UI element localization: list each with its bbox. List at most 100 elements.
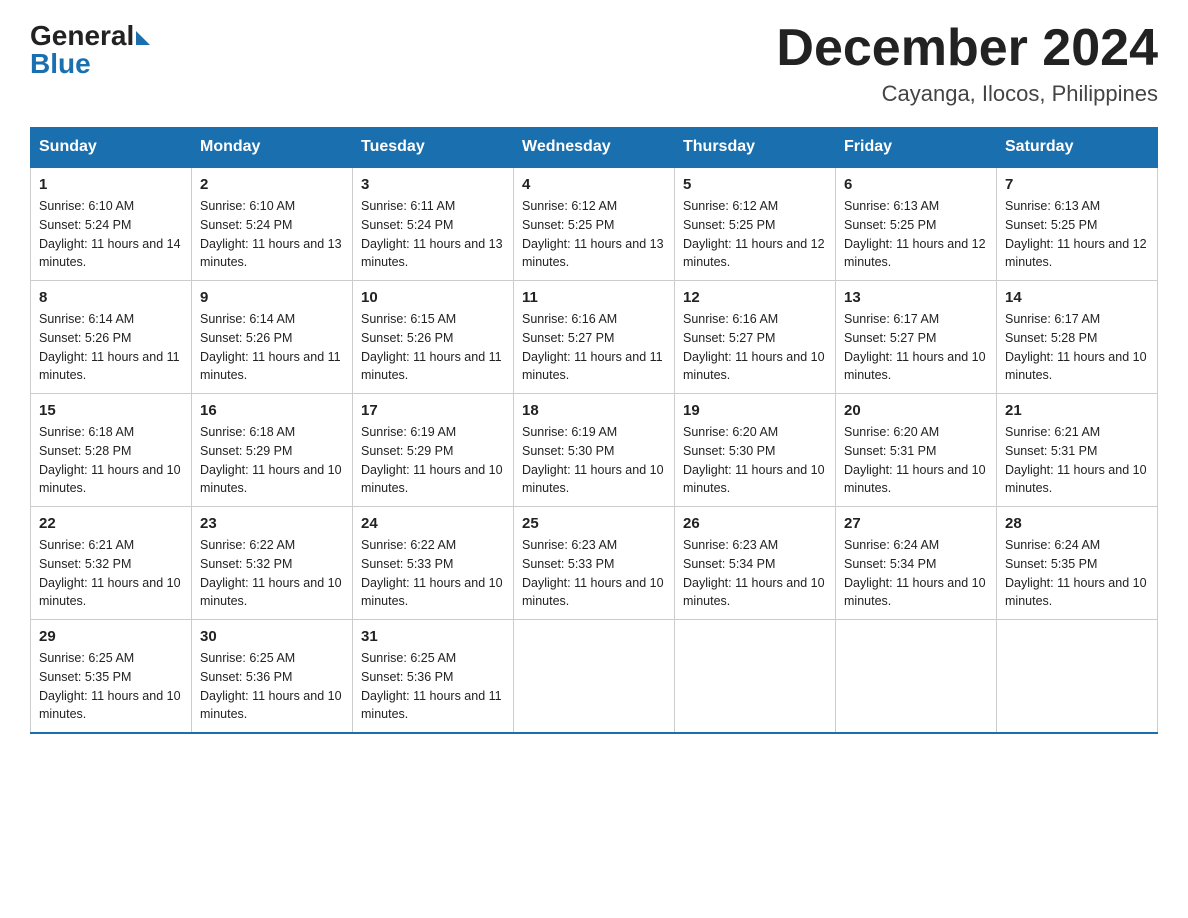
- day-info: Sunrise: 6:11 AMSunset: 5:24 PMDaylight:…: [361, 199, 503, 269]
- calendar-cell: [514, 620, 675, 734]
- day-number: 25: [522, 515, 666, 532]
- day-number: 26: [683, 515, 827, 532]
- logo: General Blue: [30, 20, 150, 80]
- day-number: 9: [200, 289, 344, 306]
- day-info: Sunrise: 6:21 AMSunset: 5:31 PMDaylight:…: [1005, 425, 1147, 495]
- day-info: Sunrise: 6:24 AMSunset: 5:34 PMDaylight:…: [844, 538, 986, 608]
- calendar-cell: 23 Sunrise: 6:22 AMSunset: 5:32 PMDaylig…: [192, 507, 353, 620]
- month-title: December 2024: [776, 20, 1158, 77]
- calendar-week-row: 29 Sunrise: 6:25 AMSunset: 5:35 PMDaylig…: [31, 620, 1158, 734]
- day-number: 23: [200, 515, 344, 532]
- day-number: 12: [683, 289, 827, 306]
- day-number: 6: [844, 176, 988, 193]
- calendar-cell: 29 Sunrise: 6:25 AMSunset: 5:35 PMDaylig…: [31, 620, 192, 734]
- day-info: Sunrise: 6:12 AMSunset: 5:25 PMDaylight:…: [683, 199, 825, 269]
- day-info: Sunrise: 6:22 AMSunset: 5:33 PMDaylight:…: [361, 538, 503, 608]
- calendar-cell: 1 Sunrise: 6:10 AMSunset: 5:24 PMDayligh…: [31, 167, 192, 281]
- day-info: Sunrise: 6:24 AMSunset: 5:35 PMDaylight:…: [1005, 538, 1147, 608]
- calendar-cell: 25 Sunrise: 6:23 AMSunset: 5:33 PMDaylig…: [514, 507, 675, 620]
- day-info: Sunrise: 6:19 AMSunset: 5:29 PMDaylight:…: [361, 425, 503, 495]
- day-info: Sunrise: 6:16 AMSunset: 5:27 PMDaylight:…: [683, 312, 825, 382]
- day-number: 2: [200, 176, 344, 193]
- day-info: Sunrise: 6:20 AMSunset: 5:31 PMDaylight:…: [844, 425, 986, 495]
- calendar-cell: 7 Sunrise: 6:13 AMSunset: 5:25 PMDayligh…: [997, 167, 1158, 281]
- day-number: 24: [361, 515, 505, 532]
- day-info: Sunrise: 6:10 AMSunset: 5:24 PMDaylight:…: [39, 199, 181, 269]
- calendar-cell: 21 Sunrise: 6:21 AMSunset: 5:31 PMDaylig…: [997, 394, 1158, 507]
- calendar-week-row: 22 Sunrise: 6:21 AMSunset: 5:32 PMDaylig…: [31, 507, 1158, 620]
- day-number: 14: [1005, 289, 1149, 306]
- calendar-cell: 22 Sunrise: 6:21 AMSunset: 5:32 PMDaylig…: [31, 507, 192, 620]
- calendar-cell: 26 Sunrise: 6:23 AMSunset: 5:34 PMDaylig…: [675, 507, 836, 620]
- calendar-cell: 11 Sunrise: 6:16 AMSunset: 5:27 PMDaylig…: [514, 281, 675, 394]
- day-number: 10: [361, 289, 505, 306]
- day-number: 22: [39, 515, 183, 532]
- day-info: Sunrise: 6:23 AMSunset: 5:34 PMDaylight:…: [683, 538, 825, 608]
- day-number: 7: [1005, 176, 1149, 193]
- day-number: 3: [361, 176, 505, 193]
- day-number: 17: [361, 402, 505, 419]
- calendar-cell: [836, 620, 997, 734]
- day-number: 15: [39, 402, 183, 419]
- day-number: 20: [844, 402, 988, 419]
- day-number: 4: [522, 176, 666, 193]
- calendar-cell: 13 Sunrise: 6:17 AMSunset: 5:27 PMDaylig…: [836, 281, 997, 394]
- day-info: Sunrise: 6:23 AMSunset: 5:33 PMDaylight:…: [522, 538, 664, 608]
- calendar-cell: 9 Sunrise: 6:14 AMSunset: 5:26 PMDayligh…: [192, 281, 353, 394]
- day-number: 1: [39, 176, 183, 193]
- calendar-cell: [675, 620, 836, 734]
- header-monday: Monday: [192, 128, 353, 168]
- logo-blue-text: Blue: [30, 48, 91, 80]
- header-thursday: Thursday: [675, 128, 836, 168]
- day-number: 28: [1005, 515, 1149, 532]
- day-info: Sunrise: 6:12 AMSunset: 5:25 PMDaylight:…: [522, 199, 664, 269]
- calendar-cell: [997, 620, 1158, 734]
- day-number: 27: [844, 515, 988, 532]
- day-info: Sunrise: 6:25 AMSunset: 5:36 PMDaylight:…: [361, 651, 502, 721]
- calendar-cell: 14 Sunrise: 6:17 AMSunset: 5:28 PMDaylig…: [997, 281, 1158, 394]
- calendar-cell: 31 Sunrise: 6:25 AMSunset: 5:36 PMDaylig…: [353, 620, 514, 734]
- calendar-cell: 18 Sunrise: 6:19 AMSunset: 5:30 PMDaylig…: [514, 394, 675, 507]
- calendar-cell: 12 Sunrise: 6:16 AMSunset: 5:27 PMDaylig…: [675, 281, 836, 394]
- header-friday: Friday: [836, 128, 997, 168]
- calendar-cell: 2 Sunrise: 6:10 AMSunset: 5:24 PMDayligh…: [192, 167, 353, 281]
- header-tuesday: Tuesday: [353, 128, 514, 168]
- calendar-cell: 27 Sunrise: 6:24 AMSunset: 5:34 PMDaylig…: [836, 507, 997, 620]
- header-sunday: Sunday: [31, 128, 192, 168]
- calendar-cell: 5 Sunrise: 6:12 AMSunset: 5:25 PMDayligh…: [675, 167, 836, 281]
- day-info: Sunrise: 6:18 AMSunset: 5:29 PMDaylight:…: [200, 425, 342, 495]
- calendar-cell: 24 Sunrise: 6:22 AMSunset: 5:33 PMDaylig…: [353, 507, 514, 620]
- calendar-cell: 6 Sunrise: 6:13 AMSunset: 5:25 PMDayligh…: [836, 167, 997, 281]
- day-info: Sunrise: 6:17 AMSunset: 5:28 PMDaylight:…: [1005, 312, 1147, 382]
- day-info: Sunrise: 6:22 AMSunset: 5:32 PMDaylight:…: [200, 538, 342, 608]
- header-saturday: Saturday: [997, 128, 1158, 168]
- day-info: Sunrise: 6:17 AMSunset: 5:27 PMDaylight:…: [844, 312, 986, 382]
- title-block: December 2024 Cayanga, Ilocos, Philippin…: [776, 20, 1158, 107]
- calendar-cell: 4 Sunrise: 6:12 AMSunset: 5:25 PMDayligh…: [514, 167, 675, 281]
- calendar-week-row: 15 Sunrise: 6:18 AMSunset: 5:28 PMDaylig…: [31, 394, 1158, 507]
- calendar-cell: 19 Sunrise: 6:20 AMSunset: 5:30 PMDaylig…: [675, 394, 836, 507]
- calendar-cell: 20 Sunrise: 6:20 AMSunset: 5:31 PMDaylig…: [836, 394, 997, 507]
- day-info: Sunrise: 6:18 AMSunset: 5:28 PMDaylight:…: [39, 425, 181, 495]
- day-number: 11: [522, 289, 666, 306]
- day-number: 29: [39, 628, 183, 645]
- calendar-cell: 30 Sunrise: 6:25 AMSunset: 5:36 PMDaylig…: [192, 620, 353, 734]
- calendar-week-row: 1 Sunrise: 6:10 AMSunset: 5:24 PMDayligh…: [31, 167, 1158, 281]
- day-number: 31: [361, 628, 505, 645]
- page-header: General Blue December 2024 Cayanga, Iloc…: [30, 20, 1158, 107]
- header-wednesday: Wednesday: [514, 128, 675, 168]
- calendar-cell: 10 Sunrise: 6:15 AMSunset: 5:26 PMDaylig…: [353, 281, 514, 394]
- day-number: 18: [522, 402, 666, 419]
- calendar-week-row: 8 Sunrise: 6:14 AMSunset: 5:26 PMDayligh…: [31, 281, 1158, 394]
- day-number: 21: [1005, 402, 1149, 419]
- day-number: 13: [844, 289, 988, 306]
- day-number: 19: [683, 402, 827, 419]
- day-info: Sunrise: 6:14 AMSunset: 5:26 PMDaylight:…: [200, 312, 341, 382]
- day-number: 5: [683, 176, 827, 193]
- day-info: Sunrise: 6:20 AMSunset: 5:30 PMDaylight:…: [683, 425, 825, 495]
- calendar-cell: 15 Sunrise: 6:18 AMSunset: 5:28 PMDaylig…: [31, 394, 192, 507]
- location-title: Cayanga, Ilocos, Philippines: [776, 81, 1158, 107]
- day-info: Sunrise: 6:25 AMSunset: 5:35 PMDaylight:…: [39, 651, 181, 721]
- day-info: Sunrise: 6:25 AMSunset: 5:36 PMDaylight:…: [200, 651, 342, 721]
- day-info: Sunrise: 6:19 AMSunset: 5:30 PMDaylight:…: [522, 425, 664, 495]
